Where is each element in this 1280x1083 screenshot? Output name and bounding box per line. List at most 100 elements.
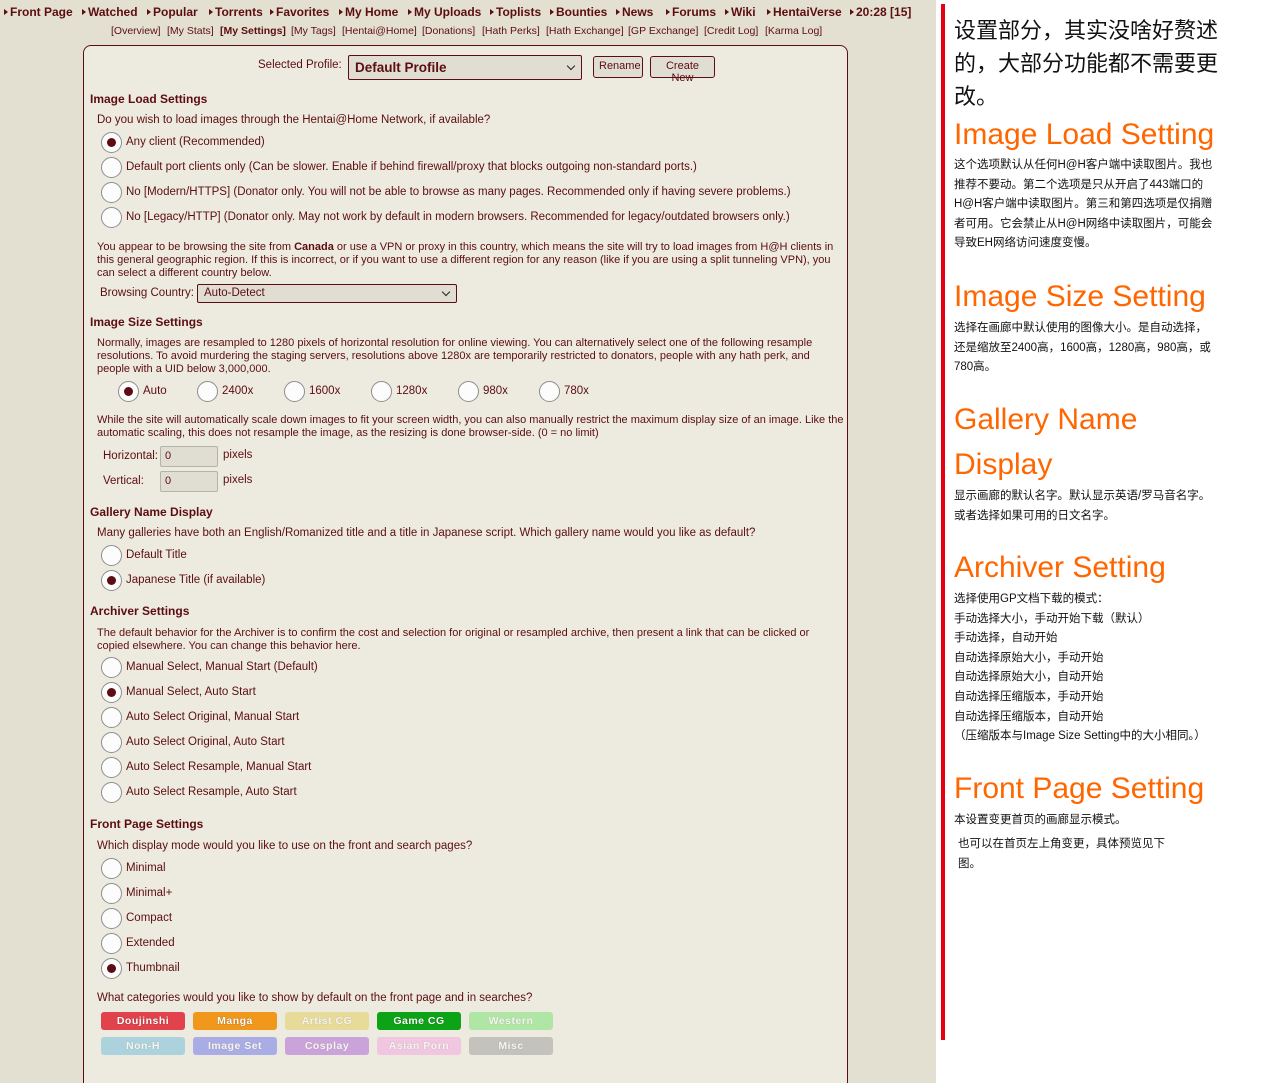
radio-label: Minimal+: [126, 887, 173, 899]
radio-label: 1600x: [309, 385, 341, 397]
radio-button[interactable]: [371, 381, 392, 402]
radio-button[interactable]: [197, 381, 218, 402]
radio-button[interactable]: [101, 570, 122, 591]
radio-button[interactable]: [101, 132, 122, 153]
radio-button[interactable]: [101, 732, 122, 753]
horizontal-input[interactable]: 0: [160, 446, 218, 467]
image-size-text2: While the site will automatically scale …: [97, 414, 844, 439]
category-button[interactable]: Artist CG: [285, 1012, 369, 1030]
radio-button[interactable]: [101, 207, 122, 228]
triangle-right-icon: [147, 9, 151, 15]
subnav-item[interactable]: [My Stats]: [167, 25, 214, 37]
create-new-button[interactable]: Create New: [650, 56, 715, 84]
nav-item[interactable]: Toplists: [490, 5, 541, 19]
nav-item[interactable]: Bounties: [550, 5, 607, 19]
category-button[interactable]: Game CG: [377, 1012, 461, 1030]
radio-button[interactable]: [101, 933, 122, 954]
subnav-item[interactable]: [GP Exchange]: [628, 25, 698, 37]
subnav-item[interactable]: [Donations]: [422, 25, 475, 37]
nav-item-label: Forums: [672, 5, 717, 19]
category-button[interactable]: Misc: [469, 1037, 553, 1055]
nav-item[interactable]: My Home: [339, 5, 398, 19]
vertical-label: Vertical:: [103, 475, 144, 487]
settings-panel: Selected Profile: Default Profile Rename…: [83, 45, 848, 1083]
radio-button[interactable]: [101, 858, 122, 879]
triangle-right-icon: [209, 9, 213, 15]
nav-item[interactable]: News: [616, 5, 653, 19]
radio-button[interactable]: [101, 908, 122, 929]
nav-item[interactable]: 20:28 [15]: [850, 5, 911, 19]
subnav-item[interactable]: [Hath Exchange]: [546, 25, 624, 37]
subnav-item[interactable]: [Hentai@Home]: [342, 25, 417, 37]
triangle-right-icon: [666, 9, 670, 15]
gallery-name-title: Gallery Name Display: [90, 505, 213, 519]
vertical-unit: pixels: [223, 474, 253, 486]
nav-item[interactable]: Favorites: [270, 5, 329, 19]
nav-item[interactable]: Front Page: [4, 5, 73, 19]
nav-item[interactable]: Forums: [666, 5, 716, 19]
radio-button[interactable]: [101, 682, 122, 703]
nav-item[interactable]: Wiki: [725, 5, 756, 19]
nav-item-label: Torrents: [215, 5, 263, 19]
radio-label: 780x: [564, 385, 589, 397]
sidebar-text-front-page-2: 也可以在首页左上角变更，具体预览见下图。: [958, 838, 1165, 870]
radio-button[interactable]: [101, 182, 122, 203]
category-button[interactable]: Manga: [193, 1012, 277, 1030]
subnav-item[interactable]: [My Settings]: [220, 25, 286, 37]
nav-item[interactable]: Popular: [147, 5, 198, 19]
triangle-right-icon: [408, 9, 412, 15]
geo-country: Canada: [294, 241, 334, 253]
radio-label: Auto Select Original, Auto Start: [126, 736, 285, 748]
category-button[interactable]: Doujinshi: [101, 1012, 185, 1030]
subnav-item[interactable]: [Karma Log]: [765, 25, 822, 37]
radio-button[interactable]: [118, 381, 139, 402]
profile-select[interactable]: Default Profile: [348, 55, 582, 80]
radio-label: Auto Select Resample, Manual Start: [126, 761, 312, 773]
radio-label: Auto: [143, 385, 167, 397]
radio-button[interactable]: [101, 157, 122, 178]
nav-item[interactable]: Torrents: [209, 5, 263, 19]
radio-button[interactable]: [539, 381, 560, 402]
sidebar-heading-image-size: Image Size Setting: [954, 280, 1206, 313]
category-button[interactable]: Image Set: [193, 1037, 277, 1055]
country-select[interactable]: Auto-Detect: [197, 284, 457, 303]
nav-item[interactable]: HentaiVerse: [767, 5, 842, 19]
nav-item-label: News: [622, 5, 654, 19]
radio-button[interactable]: [458, 381, 479, 402]
nav-item[interactable]: My Uploads: [408, 5, 481, 19]
category-button[interactable]: Non-H: [101, 1037, 185, 1055]
nav-item-label: HentaiVerse: [773, 5, 842, 19]
rename-button[interactable]: Rename: [593, 56, 643, 78]
radio-button[interactable]: [101, 757, 122, 778]
settings-page: Front Page Watched Popular Torrents Favorite…: [0, 0, 936, 1083]
vertical-input[interactable]: 0: [160, 471, 218, 492]
radio-label: Minimal: [126, 862, 166, 874]
front-page-title: Front Page Settings: [90, 817, 204, 831]
sidebar-heading-image-load: Image Load Setting: [954, 118, 1215, 151]
red-divider: [941, 4, 945, 1040]
triangle-right-icon: [616, 9, 620, 15]
geo-pre: You appear to be browsing the site from: [97, 241, 295, 253]
country-select-value: Auto-Detect: [204, 287, 265, 299]
radio-button[interactable]: [101, 707, 122, 728]
chevron-down-icon: [566, 61, 576, 71]
radio-button[interactable]: [101, 545, 122, 566]
sidebar-heading-gallery-name: Gallery Name Display: [954, 403, 1138, 481]
radio-button[interactable]: [284, 381, 305, 402]
category-button[interactable]: Western: [469, 1012, 553, 1030]
category-button[interactable]: Cosplay: [285, 1037, 369, 1055]
radio-button[interactable]: [101, 958, 122, 979]
image-size-text: Normally, images are resampled to 1280 p…: [97, 337, 813, 375]
chevron-down-icon: [441, 287, 451, 297]
subnav-item[interactable]: [Credit Log]: [704, 25, 758, 37]
subnav-item[interactable]: [Hath Perks]: [482, 25, 540, 37]
radio-label: Auto Select Resample, Auto Start: [126, 786, 297, 798]
image-load-question: Do you wish to load images through the H…: [97, 114, 491, 126]
radio-button[interactable]: [101, 657, 122, 678]
subnav-item[interactable]: [Overview]: [111, 25, 161, 37]
radio-button[interactable]: [101, 782, 122, 803]
subnav-item[interactable]: [My Tags]: [291, 25, 336, 37]
radio-button[interactable]: [101, 883, 122, 904]
category-button[interactable]: Asian Porn: [377, 1037, 461, 1055]
nav-item[interactable]: Watched: [82, 5, 138, 19]
